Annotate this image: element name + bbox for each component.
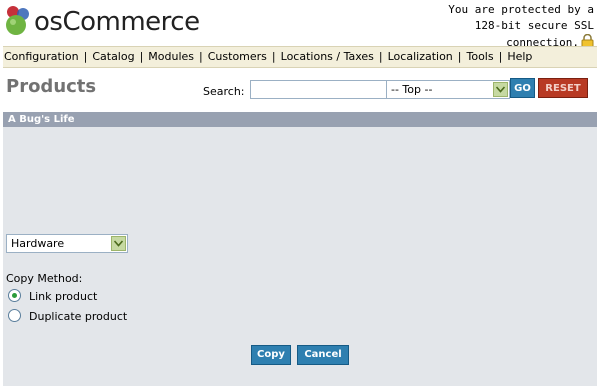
menu-catalog[interactable]: Catalog [91, 50, 135, 63]
menu-modules[interactable]: Modules [147, 50, 195, 63]
menu-separator: | [378, 50, 383, 63]
menu-separator: | [457, 50, 462, 63]
duplicate-product-label: Duplicate product [29, 310, 128, 323]
menu-tools[interactable]: Tools [466, 50, 495, 63]
menu-configuration[interactable]: Configuration [3, 50, 80, 63]
copy-method-label: Copy Method: [6, 272, 83, 285]
menu-separator: | [271, 50, 276, 63]
oscommerce-logo[interactable]: osCommerce [4, 4, 204, 40]
header: osCommerce You are protected by a 128-bi… [0, 0, 600, 49]
page-title: Products [6, 76, 97, 97]
menu-localization[interactable]: Localization [387, 50, 454, 63]
menu-help[interactable]: Help [506, 50, 533, 63]
cancel-button[interactable]: Cancel [297, 345, 349, 365]
oscommerce-logo-icon [6, 6, 29, 35]
go-button[interactable]: GO [510, 78, 535, 98]
link-product-label: Link product [29, 290, 98, 303]
search-label: Search: [203, 85, 245, 98]
duplicate-product-option[interactable]: Duplicate product [8, 309, 127, 324]
category-select[interactable]: -- Top -- [386, 80, 510, 99]
panel-heading: A Bug's Life [3, 112, 597, 127]
logo-text: osCommerce [34, 7, 200, 37]
copy-button[interactable]: Copy [251, 345, 291, 365]
search-input[interactable] [250, 80, 390, 99]
ssl-line-2: 128-bit secure SSL [474, 19, 594, 32]
chevron-down-icon[interactable] [493, 82, 508, 97]
reset-button[interactable]: RESET [538, 78, 588, 98]
main-menu: Configuration | Catalog | Modules | Customers |… [3, 46, 597, 68]
ssl-line-1: You are protected by a [448, 3, 594, 16]
menu-separator: | [139, 50, 144, 63]
category-select-value: -- Top -- [391, 83, 433, 96]
menu-separator: | [199, 50, 203, 63]
radio-icon[interactable] [8, 309, 21, 322]
menu-customers[interactable]: Customers [207, 50, 268, 63]
menu-separator: | [83, 50, 88, 63]
chevron-down-icon[interactable] [111, 236, 126, 251]
product-name: A Bug's Life [8, 114, 75, 125]
target-category-value: Hardware [11, 237, 65, 250]
menu-locations-taxes[interactable]: Locations / Taxes [280, 50, 375, 63]
target-category-select[interactable]: Hardware [6, 234, 128, 253]
copy-product-panel: Hardware Copy Method: Link product Dupli… [3, 127, 597, 386]
link-product-option[interactable]: Link product [8, 289, 97, 304]
radio-icon[interactable] [8, 289, 21, 302]
menu-separator: | [498, 50, 503, 63]
